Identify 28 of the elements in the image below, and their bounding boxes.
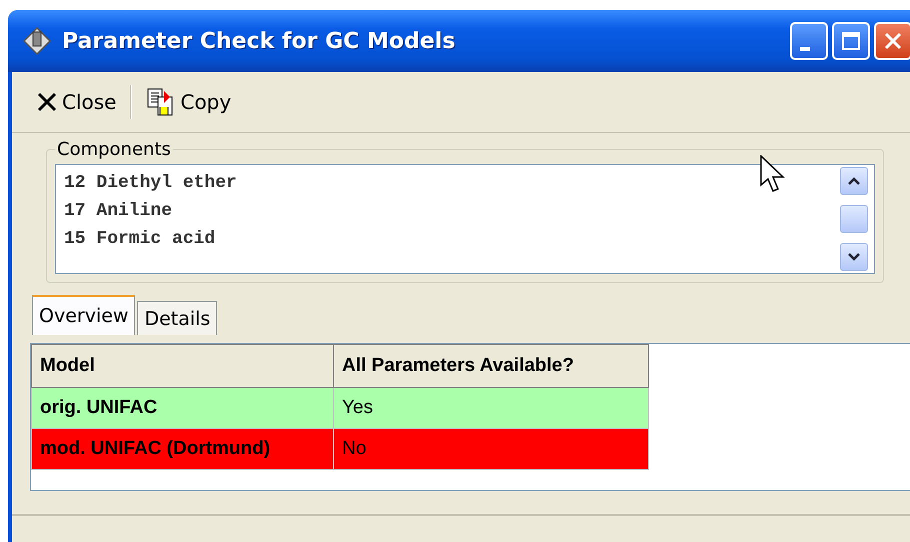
list-item: 15 Formic acid bbox=[64, 228, 216, 251]
scrollbar-thumb[interactable] bbox=[840, 205, 868, 233]
table-cell: orig. UNIFAC bbox=[32, 388, 334, 428]
list-item: 12 Diethyl ether bbox=[64, 172, 237, 195]
minimize-icon bbox=[800, 47, 810, 51]
scroll-up-button[interactable] bbox=[840, 167, 868, 195]
copy-button[interactable]: Copy bbox=[142, 85, 236, 119]
tab[interactable]: Details bbox=[137, 301, 218, 335]
components-list[interactable]: 12 Diethyl ether 17 Aniline 15 Formic acid bbox=[55, 164, 875, 274]
mouse-pointer-icon bbox=[760, 155, 786, 193]
maximize-button[interactable] bbox=[832, 22, 870, 60]
table-cell: No bbox=[334, 428, 648, 470]
close-button[interactable]: Close bbox=[32, 88, 120, 116]
maximize-icon bbox=[841, 31, 861, 51]
scroll-down-button[interactable] bbox=[840, 243, 868, 271]
minimize-button[interactable] bbox=[790, 22, 828, 60]
table-cell: Yes bbox=[334, 388, 648, 428]
column-header[interactable]: Model bbox=[32, 344, 334, 388]
close-button[interactable] bbox=[874, 22, 910, 60]
list-item: 17 Aniline bbox=[64, 200, 172, 223]
table-cell: mod. UNIFAC (Dortmund) bbox=[32, 428, 334, 470]
column-header[interactable]: All Parameters Available? bbox=[334, 344, 648, 388]
window-title: Parameter Check for GC Models bbox=[62, 28, 456, 54]
close-icon bbox=[36, 91, 58, 113]
close-icon bbox=[883, 31, 903, 51]
tab[interactable]: Overview bbox=[32, 295, 136, 335]
group-label: Components bbox=[56, 139, 172, 160]
app-icon bbox=[22, 26, 52, 56]
